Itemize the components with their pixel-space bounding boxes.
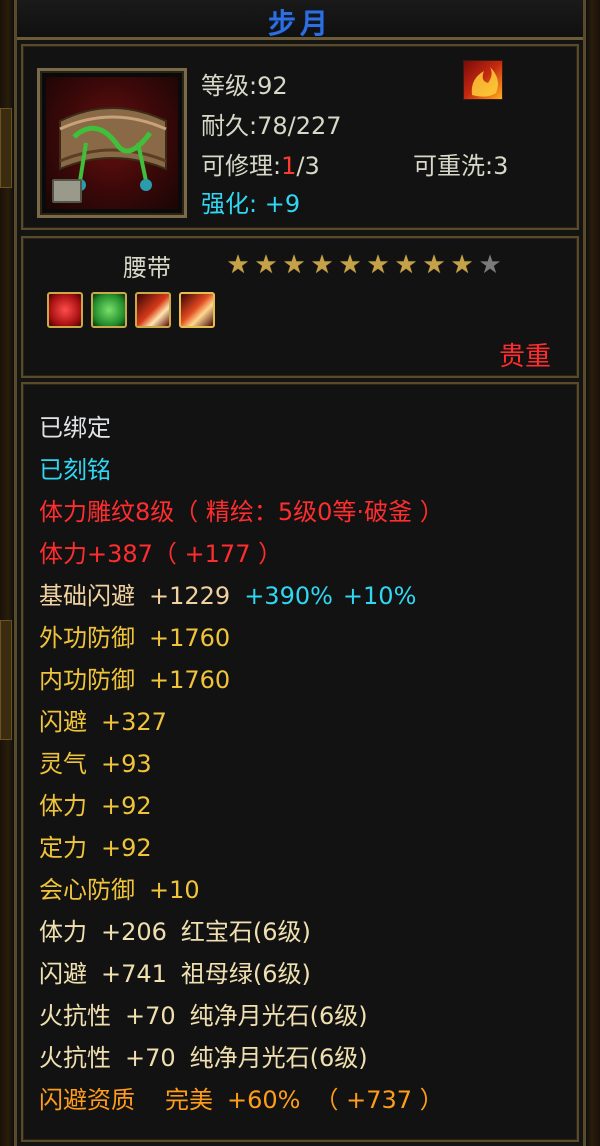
star-filled-icon: ★	[394, 250, 418, 280]
aptitude-line: 闪避资质 完美 +60% （ +737 ）	[39, 1086, 444, 1114]
star-filled-icon: ★	[338, 250, 362, 280]
repair-stat: 可修理:1/3	[201, 152, 320, 180]
star-empty-icon: ★	[478, 250, 502, 280]
star-filled-icon: ★	[450, 250, 474, 280]
background-frame-ornament	[0, 108, 12, 188]
gem-bonus-line: 体力 +206 红宝石(6级)	[39, 918, 311, 946]
star-filled-icon: ★	[310, 250, 334, 280]
gem-bonus-line: 火抗性 +70 纯净月光石(6级)	[39, 1002, 368, 1030]
star-filled-icon: ★	[422, 250, 446, 280]
attribute-line: 会心防御 +10	[39, 876, 200, 904]
attribute-line: 体力 +92	[39, 792, 152, 820]
quality-label: 贵重	[498, 342, 551, 372]
item-icon-frame	[37, 68, 187, 218]
item-type-label: 腰带	[123, 254, 171, 282]
attribute-line: 灵气 +93	[39, 750, 152, 778]
stamina-bonus-line: 体力+387（ +177 ）	[39, 540, 283, 568]
repair-label: 可修理	[201, 152, 273, 180]
moonstone-gem-icon[interactable]	[179, 292, 215, 328]
engraved-status: 已刻铭	[39, 456, 111, 484]
gem-bonus-line: 火抗性 +70 纯净月光石(6级)	[39, 1044, 368, 1072]
level-value: :92	[249, 72, 288, 100]
enhance-value: : +9	[249, 190, 301, 218]
rewash-stat: 可重洗:3	[413, 146, 508, 181]
background-frame-ornament	[0, 620, 12, 740]
enhance-stat: 强化: +9	[201, 184, 300, 219]
level-stat: 等级:92	[201, 66, 288, 101]
rewash-label: 可重洗	[413, 152, 485, 180]
star-filled-icon: ★	[282, 250, 306, 280]
item-tooltip-panel: 步月 等级:92 耐久:78/227 可修理:1/3 可重洗:3 强化: +9 …	[14, 0, 586, 1146]
bound-lock-icon	[52, 179, 82, 203]
item-header-section: 等级:92 耐久:78/227 可修理:1/3 可重洗:3 强化: +9	[21, 44, 579, 230]
star-rating: ★ ★ ★ ★ ★ ★ ★ ★ ★ ★	[225, 252, 503, 278]
background-window-right	[586, 0, 600, 1146]
item-tooltip-frame: 步月 等级:92 耐久:78/227 可修理:1/3 可重洗:3 强化: +9 …	[0, 0, 600, 1146]
emerald-gem-icon[interactable]	[91, 292, 127, 328]
moonstone-gem-icon[interactable]	[135, 292, 171, 328]
star-filled-icon: ★	[226, 250, 250, 280]
repair-current: 1	[281, 152, 297, 180]
belt-icon	[46, 77, 178, 209]
attributes-section: 已绑定 已刻铭 体力雕纹8级（ 精绘：5级0等·破釜 ） 体力+387（ +17…	[21, 382, 579, 1142]
attribute-line: 闪避 +327	[39, 708, 167, 736]
repair-total: /3	[296, 152, 320, 180]
carving-line: 体力雕纹8级（ 精绘：5级0等·破釜 ）	[39, 498, 444, 526]
level-label: 等级	[201, 72, 249, 100]
durability-stat: 耐久:78/227	[201, 106, 342, 141]
ruby-gem-icon[interactable]	[47, 292, 83, 328]
durability-value: :78/227	[249, 112, 342, 140]
attribute-line: 内功防御 +1760	[39, 666, 231, 694]
attribute-line: 定力 +92	[39, 834, 152, 862]
fire-element-icon	[463, 60, 503, 100]
attribute-line: 基础闪避 +1229 +390% +10%	[39, 582, 417, 610]
item-type-section: 腰带 ★ ★ ★ ★ ★ ★ ★ ★ ★ ★ 贵重	[21, 236, 579, 378]
gem-bonus-line: 闪避 +741 祖母绿(6级)	[39, 960, 311, 988]
gem-slots	[47, 292, 215, 328]
attribute-line: 外功防御 +1760	[39, 624, 231, 652]
background-window-left	[0, 0, 14, 1146]
star-filled-icon: ★	[366, 250, 390, 280]
title-bar: 步月	[17, 0, 583, 40]
enhance-label: 强化	[201, 190, 249, 218]
star-filled-icon: ★	[254, 250, 278, 280]
durability-label: 耐久	[201, 112, 249, 140]
item-name: 步月	[267, 7, 332, 40]
rewash-value: :3	[485, 152, 509, 180]
bound-status: 已绑定	[39, 414, 111, 442]
